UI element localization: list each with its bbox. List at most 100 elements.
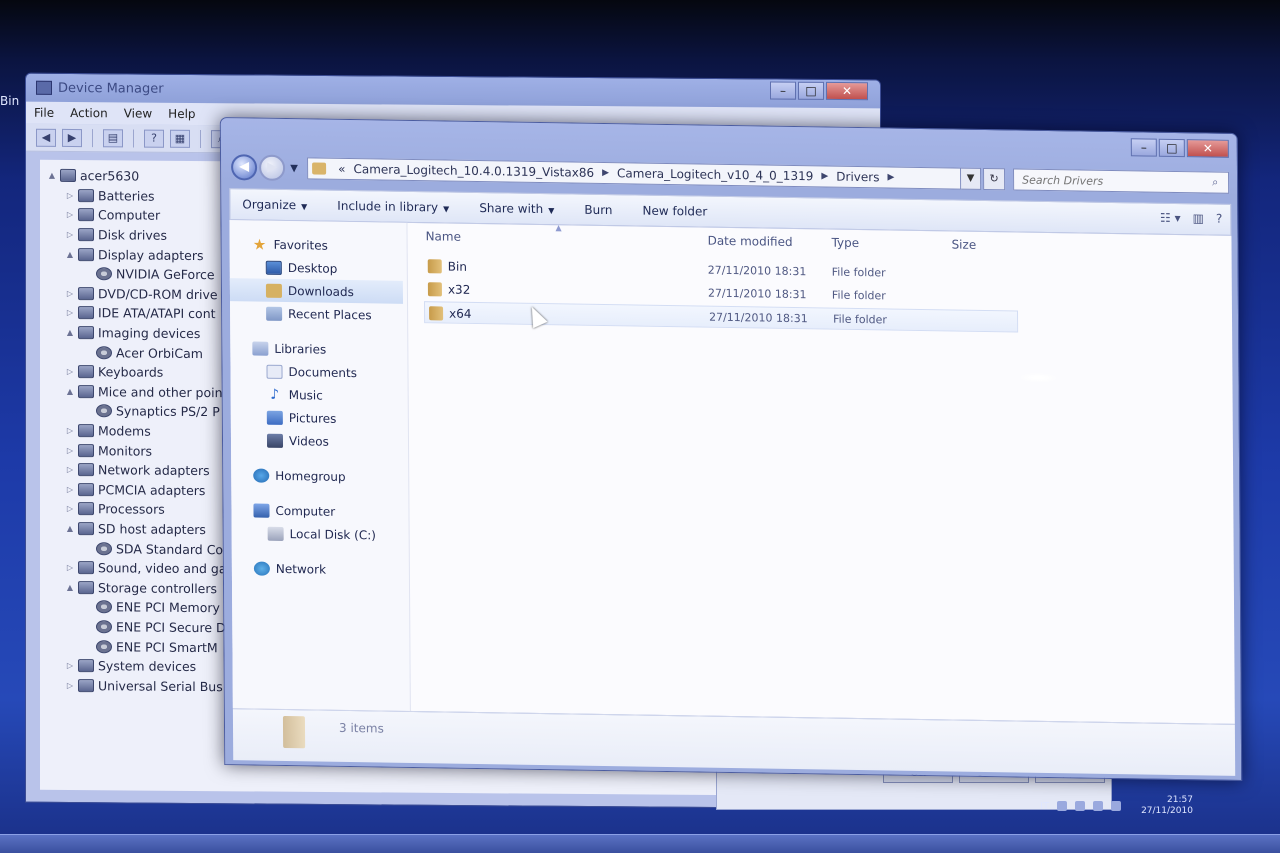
collapsed-arrow-icon[interactable]: ▷ — [64, 367, 76, 376]
view-options-icon[interactable]: ☷ ▾ — [1160, 211, 1181, 225]
column-header-name[interactable]: Name — [426, 229, 462, 244]
nav-favorites-label: Favorites — [273, 237, 328, 253]
collapsed-arrow-icon[interactable]: ▷ — [64, 504, 76, 513]
burn-button[interactable]: Burn — [584, 203, 612, 217]
breadcrumb-part[interactable]: Camera_Logitech_v10_4_0_1319 — [617, 166, 813, 183]
organize-button[interactable]: Organize ▼ — [242, 197, 307, 212]
collapsed-arrow-icon[interactable]: ▷ — [64, 446, 76, 455]
view-icon[interactable]: ▦ — [170, 129, 190, 148]
collapsed-arrow-icon[interactable]: ▷ — [64, 681, 76, 690]
nav-pictures[interactable]: Pictures — [231, 405, 408, 431]
wifi-signal-icon[interactable] — [1093, 801, 1104, 811]
breadcrumb-chevron-icon[interactable]: ▶ — [887, 172, 894, 182]
nav-recent-places[interactable]: Recent Places — [230, 301, 407, 327]
search-icon[interactable]: ⌕ — [1212, 176, 1228, 190]
breadcrumb-part[interactable]: Camera_Logitech_10.4.0.1319_Vistax86 — [353, 162, 594, 180]
nav-network[interactable]: Network — [232, 556, 409, 582]
device-icon — [96, 639, 112, 653]
help-icon[interactable]: ? — [1216, 212, 1222, 226]
collapsed-arrow-icon[interactable]: ▷ — [64, 563, 76, 572]
share-label: Share with — [479, 201, 544, 217]
volume-icon[interactable] — [1111, 801, 1122, 811]
share-with-button[interactable]: Share with ▼ — [479, 201, 554, 216]
toolbar-separator — [92, 128, 93, 147]
menu-action[interactable]: Action — [70, 106, 108, 120]
nav-favorites[interactable]: ★ Favorites — [230, 232, 407, 258]
tree-item-label: Imaging devices — [98, 325, 201, 342]
collapsed-arrow-icon[interactable]: ▷ — [64, 191, 76, 200]
recent-places-icon — [266, 306, 283, 321]
nav-documents[interactable]: Documents — [230, 359, 407, 385]
close-button[interactable]: ✕ — [1186, 139, 1229, 158]
column-header-type[interactable]: Type — [831, 236, 859, 250]
desktop-recycle-bin-label[interactable]: Bin — [0, 94, 19, 108]
breadcrumb-overflow[interactable]: « — [338, 162, 345, 176]
collapsed-arrow-icon[interactable]: ▷ — [64, 661, 76, 670]
collapsed-arrow-icon[interactable]: ▷ — [64, 308, 76, 317]
tree-item-label: Modems — [98, 423, 151, 439]
breadcrumb-chevron-icon[interactable]: ▶ — [602, 168, 609, 178]
recent-pages-chevron-down-icon[interactable]: ▼ — [287, 163, 301, 174]
taskbar — [0, 834, 1280, 853]
breadcrumb-chevron-icon[interactable]: ▶ — [821, 171, 828, 181]
homegroup-icon — [253, 467, 270, 483]
tree-item-label: SD host adapters — [98, 521, 206, 538]
breadcrumb-part[interactable]: Drivers — [836, 170, 879, 185]
expanded-arrow-icon[interactable]: ▲ — [64, 583, 76, 592]
nav-videos[interactable]: Videos — [231, 428, 408, 454]
menu-help[interactable]: Help — [168, 107, 195, 121]
file-date: 27/11/2010 18:31 — [709, 310, 808, 326]
expanded-arrow-icon[interactable]: ▲ — [64, 250, 76, 259]
tree-item-label: System devices — [98, 658, 197, 675]
column-header-date[interactable]: Date modified — [707, 234, 792, 249]
nav-desktop[interactable]: Desktop — [230, 255, 407, 281]
maximize-button[interactable]: □ — [798, 81, 824, 100]
tree-item-label: Mice and other poin — [98, 384, 223, 401]
collapsed-arrow-icon[interactable]: ▷ — [64, 289, 76, 298]
device-icon — [78, 580, 94, 594]
nav-local-disk[interactable]: Local Disk (C:) — [232, 521, 409, 547]
menu-view[interactable]: View — [124, 106, 152, 120]
maximize-button[interactable]: □ — [1158, 138, 1185, 158]
collapsed-arrow-icon[interactable]: ▷ — [64, 230, 76, 239]
new-folder-button[interactable]: New folder — [642, 204, 707, 219]
search-input[interactable] — [1022, 173, 1213, 190]
nav-homegroup[interactable]: Homegroup — [231, 463, 408, 489]
nav-music[interactable]: ♪ Music — [231, 382, 408, 408]
nav-computer[interactable]: Computer — [231, 498, 408, 524]
expanded-arrow-icon[interactable]: ▲ — [46, 171, 58, 180]
menu-file[interactable]: File — [34, 106, 54, 120]
properties-icon[interactable]: ▤ — [103, 128, 123, 147]
include-in-library-button[interactable]: Include in library ▼ — [337, 199, 449, 215]
tree-item-label: Universal Serial Bus c — [98, 677, 234, 695]
expanded-arrow-icon[interactable]: ▲ — [64, 524, 76, 533]
collapsed-arrow-icon[interactable]: ▷ — [64, 426, 76, 435]
back-button[interactable]: ◀ — [231, 154, 258, 181]
device-icon — [78, 247, 94, 261]
refresh-icon[interactable]: ↻ — [983, 167, 1006, 191]
expanded-arrow-icon[interactable]: ▲ — [64, 328, 76, 337]
collapsed-arrow-icon[interactable]: ▷ — [64, 210, 76, 219]
nav-libraries[interactable]: Libraries — [230, 336, 407, 362]
language-indicator[interactable]: IT — [1040, 801, 1049, 812]
include-label: Include in library — [337, 198, 439, 215]
address-history-chevron-down-icon[interactable]: ▼ — [961, 167, 982, 190]
clock[interactable]: 21:57 27/11/2010 — [1141, 795, 1193, 817]
column-header-size[interactable]: Size — [951, 237, 976, 251]
minimize-button[interactable]: – — [1130, 138, 1157, 157]
close-button[interactable]: ✕ — [826, 81, 868, 101]
device-manager-icon — [36, 80, 52, 95]
forward-button[interactable]: ▶ — [259, 154, 286, 181]
forward-arrow-icon[interactable]: ▶ — [62, 128, 82, 147]
preview-pane-icon[interactable]: ▥ — [1193, 211, 1204, 225]
address-bar[interactable]: « Camera_Logitech_10.4.0.1319_Vistax86 ▶… — [307, 157, 962, 190]
action-center-flag-icon[interactable] — [1057, 801, 1068, 811]
nav-downloads[interactable]: Downloads — [229, 278, 404, 304]
collapsed-arrow-icon[interactable]: ▷ — [64, 465, 76, 474]
help-icon[interactable]: ? — [144, 129, 164, 148]
back-arrow-icon[interactable]: ◀ — [36, 128, 56, 147]
minimize-button[interactable]: – — [770, 81, 796, 100]
collapsed-arrow-icon[interactable]: ▷ — [64, 485, 76, 494]
expanded-arrow-icon[interactable]: ▲ — [64, 387, 76, 396]
battery-icon[interactable] — [1075, 801, 1086, 811]
